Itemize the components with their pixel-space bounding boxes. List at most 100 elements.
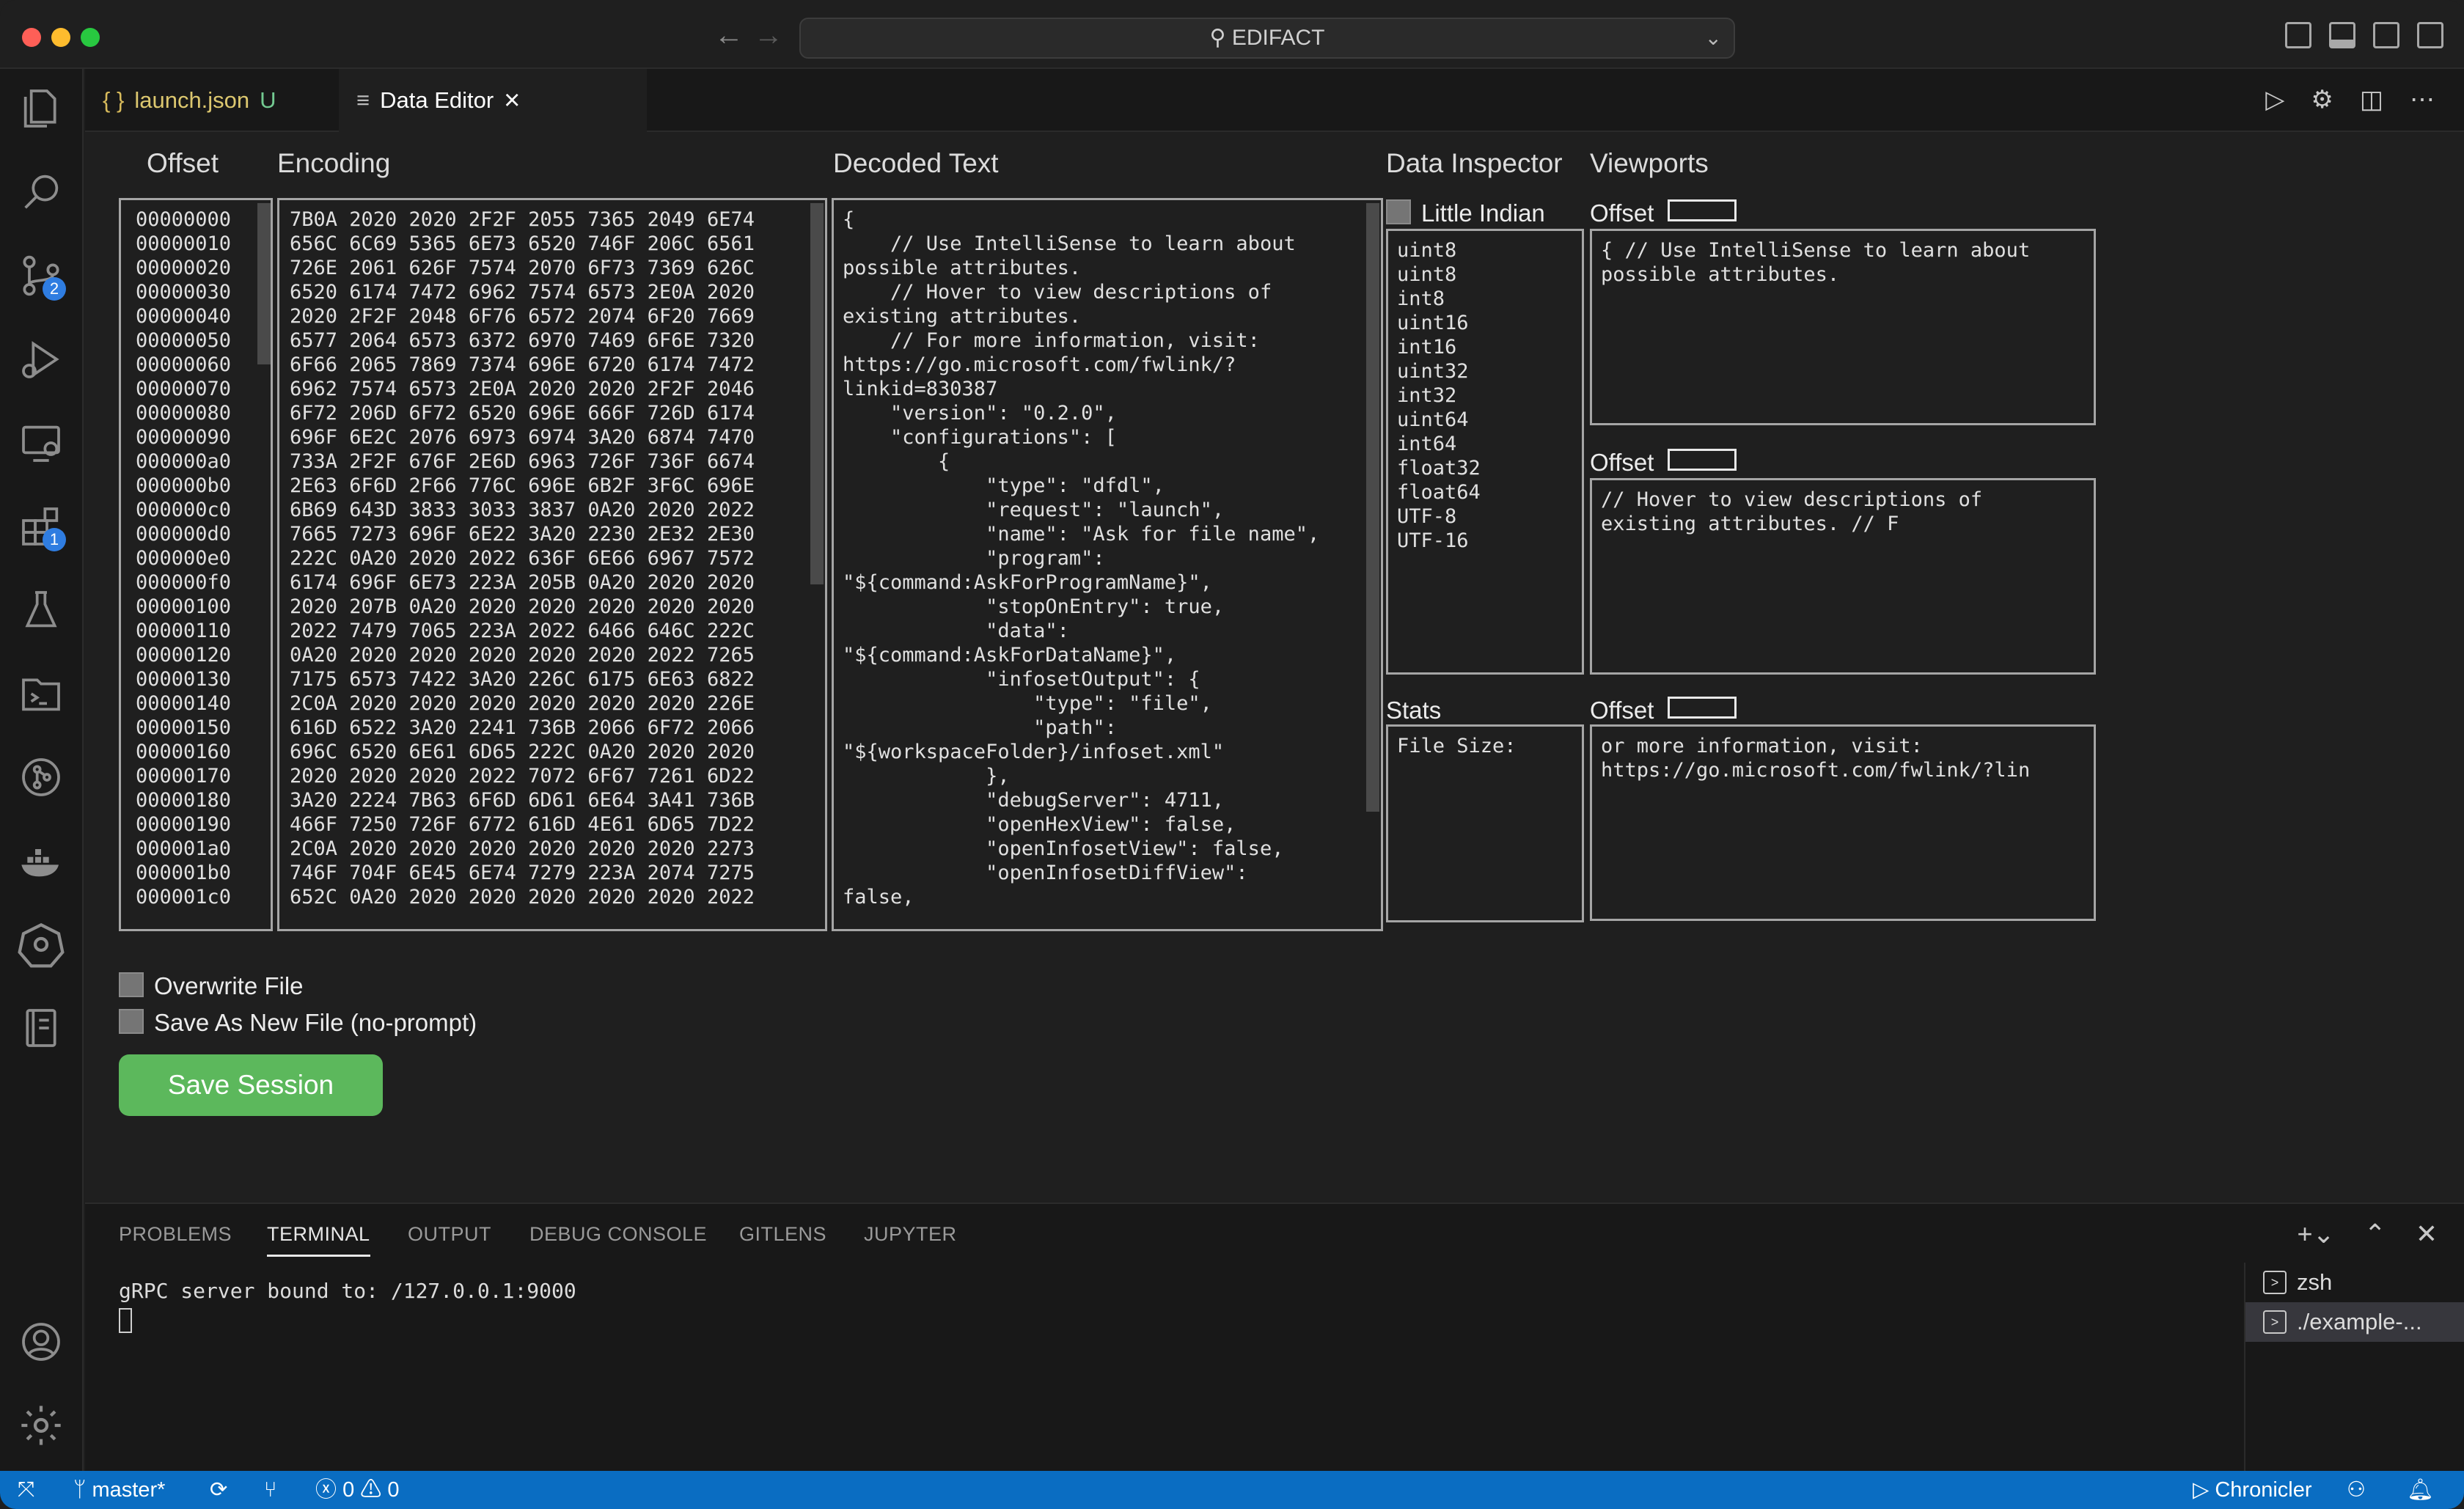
viewport-1-offset-label: Offset <box>1590 199 1654 227</box>
close-tab-icon[interactable]: × <box>504 85 520 117</box>
live-share-icon[interactable]: ⚇ <box>2347 1471 2366 1509</box>
endianness-checkbox[interactable] <box>1386 199 1411 224</box>
hex-row: 696C 6520 6E61 6D65 222C 0A20 2020 2020 <box>290 741 755 763</box>
tab-launch-json[interactable]: { } launch.json U <box>85 69 339 132</box>
decoded-line: "type": "file", <box>843 692 1212 715</box>
overwrite-file-label: Overwrite File <box>154 972 304 999</box>
accounts-icon[interactable] <box>18 1318 65 1365</box>
run-debug-icon[interactable] <box>18 336 65 383</box>
decoded-line: https://go.microsoft.com/fwlink/? <box>843 353 1236 376</box>
close-panel-icon[interactable]: ✕ <box>2416 1219 2438 1249</box>
toggle-primary-sidebar-icon[interactable] <box>2285 22 2311 48</box>
hex-row: 616D 6522 3A20 2241 736B 2066 6F72 2066 <box>290 716 755 739</box>
branch-status[interactable]: ᛘ master* <box>73 1471 165 1509</box>
search-icon[interactable] <box>18 169 65 216</box>
maximize-window-button[interactable] <box>81 28 100 47</box>
save-as-new-checkbox[interactable] <box>119 1009 144 1034</box>
tab-terminal[interactable]: TERMINAL <box>267 1223 370 1257</box>
overwrite-file-checkbox[interactable] <box>119 972 144 997</box>
decoded-line: possible attributes. <box>843 257 1082 279</box>
hex-scrollbar[interactable] <box>810 203 824 584</box>
terminal-icon: > <box>2263 1271 2287 1294</box>
hex-encoding-column[interactable]: 7B0A 2020 2020 2F2F 2055 7365 2049 6E74 6… <box>277 198 827 931</box>
viewport-1-offset-input[interactable] <box>1668 199 1737 221</box>
forward-arrow-icon[interactable]: → <box>754 19 783 52</box>
settings-icon[interactable]: ⚙ <box>2311 85 2333 114</box>
tab-problems[interactable]: PROBLEMS <box>119 1223 232 1246</box>
kubernetes-icon[interactable] <box>18 921 65 968</box>
offset-row: 00000020 <box>136 257 232 279</box>
notifications-bell-icon[interactable]: 🔔︎ <box>2407 1471 2434 1509</box>
terminal-item-zsh[interactable]: > zsh <box>2245 1263 2464 1302</box>
tab-data-editor[interactable]: ≡ Data Editor × <box>339 69 647 132</box>
toggle-panel-icon[interactable] <box>2329 22 2355 48</box>
viewport-1[interactable]: { // Use IntelliSense to learn about pos… <box>1590 229 2096 425</box>
git-graph-status-icon[interactable]: ⑂ <box>264 1471 276 1509</box>
offset-column[interactable]: 00000000 00000010 00000020 00000030 00000040… <box>119 198 273 931</box>
branch-label: master* <box>92 1478 166 1502</box>
testing-flask-icon[interactable] <box>18 587 65 634</box>
viewport-3-offset-input[interactable] <box>1668 697 1737 719</box>
decoded-line: "openInfosetView": false, <box>843 837 1284 860</box>
run-icon[interactable]: ▷ <box>2265 85 2284 114</box>
toggle-secondary-sidebar-icon[interactable] <box>2373 22 2399 48</box>
terminal-item-example[interactable]: > ./example-... <box>2245 1302 2464 1342</box>
terminal-output[interactable]: gRPC server bound to: /127.0.0.1:9000 <box>119 1279 576 1303</box>
remote-indicator-icon[interactable]: ⤧ <box>18 1471 34 1509</box>
panel-actions: +⌄ ⌃ ✕ <box>2297 1219 2438 1249</box>
vscode-window: ← → ⚲ EDIFACT ⌄ 2 1 { } launch.json U ≡ … <box>0 0 2464 1509</box>
source-control-icon[interactable]: 2 <box>18 252 66 301</box>
terminal-list: > zsh > ./example-... <box>2244 1263 2464 1472</box>
viewport-2-offset-input[interactable] <box>1668 449 1737 471</box>
viewport-2[interactable]: // Hover to view descriptions of existin… <box>1590 478 2096 675</box>
offset-row: 00000190 <box>136 813 232 836</box>
error-count: 0 <box>342 1478 355 1502</box>
offset-row: 000000d0 <box>136 523 232 546</box>
hex-row: 726E 2061 626F 7574 2070 6F73 7369 626C <box>290 257 755 279</box>
tab-jupyter[interactable]: JUPYTER <box>864 1223 957 1246</box>
tab-debug-console[interactable]: DEBUG CONSOLE <box>529 1223 707 1246</box>
more-actions-icon[interactable]: ⋯ <box>2410 85 2435 114</box>
terminal-icon: > <box>2263 1310 2287 1334</box>
maximize-panel-icon[interactable]: ⌃ <box>2364 1219 2386 1249</box>
new-terminal-icon[interactable]: +⌄ <box>2297 1219 2334 1249</box>
git-graph-icon[interactable] <box>18 754 65 801</box>
extensions-icon[interactable]: 1 <box>18 503 66 551</box>
offset-row: 000000f0 <box>136 571 232 594</box>
chevron-down-icon[interactable]: ⌄ <box>1705 19 1722 57</box>
source-control-badge: 2 <box>43 277 66 301</box>
save-session-button[interactable]: Save Session <box>119 1054 383 1116</box>
customize-layout-icon[interactable] <box>2417 22 2443 48</box>
decoded-scrollbar[interactable] <box>1366 203 1379 812</box>
problems-status[interactable]: ⓧ 0 ⚠ 0 <box>315 1471 399 1509</box>
remote-explorer-icon[interactable] <box>18 419 65 466</box>
docker-icon[interactable] <box>18 837 65 884</box>
minimize-window-button[interactable] <box>51 28 70 47</box>
offset-row: 00000030 <box>136 281 232 304</box>
terminal-folder-icon[interactable] <box>18 670 65 717</box>
viewport-1-text: { // Use IntelliSense to learn about pos… <box>1601 239 2031 286</box>
close-window-button[interactable] <box>22 28 41 47</box>
hex-row: 222C 0A20 2020 2022 636F 6E66 6967 7572 <box>290 547 755 570</box>
offset-scrollbar[interactable] <box>257 203 271 364</box>
tab-label: launch.json <box>134 87 250 113</box>
tab-gitlens[interactable]: GITLENS <box>739 1223 826 1246</box>
inspector-type: int64 <box>1397 433 1457 455</box>
chronicler-label: Chronicler <box>2215 1478 2312 1502</box>
command-center[interactable]: ⚲ EDIFACT ⌄ <box>799 18 1735 59</box>
hex-row: 2020 207B 0A20 2020 2020 2020 2020 2020 <box>290 595 755 618</box>
decoded-text-area[interactable]: { // Use IntelliSense to learn about poss… <box>832 198 1383 931</box>
offset-row: 00000050 <box>136 329 232 352</box>
play-icon: ▷ <box>2193 1478 2215 1502</box>
settings-gear-icon[interactable] <box>18 1402 65 1449</box>
tab-output[interactable]: OUTPUT <box>408 1223 491 1246</box>
notebook-icon[interactable] <box>18 1005 65 1051</box>
offset-row: 000000e0 <box>136 547 232 570</box>
sync-icon[interactable]: ⟳ <box>210 1471 227 1509</box>
hex-row: 2C0A 2020 2020 2020 2020 2020 2020 2273 <box>290 837 755 860</box>
back-arrow-icon[interactable]: ← <box>714 19 744 52</box>
chronicler-status[interactable]: ▷ Chronicler <box>2193 1471 2312 1509</box>
explorer-icon[interactable] <box>18 85 65 132</box>
viewport-3[interactable]: or more information, visit: https://go.m… <box>1590 724 2096 921</box>
split-editor-icon[interactable]: ◫ <box>2360 85 2383 114</box>
